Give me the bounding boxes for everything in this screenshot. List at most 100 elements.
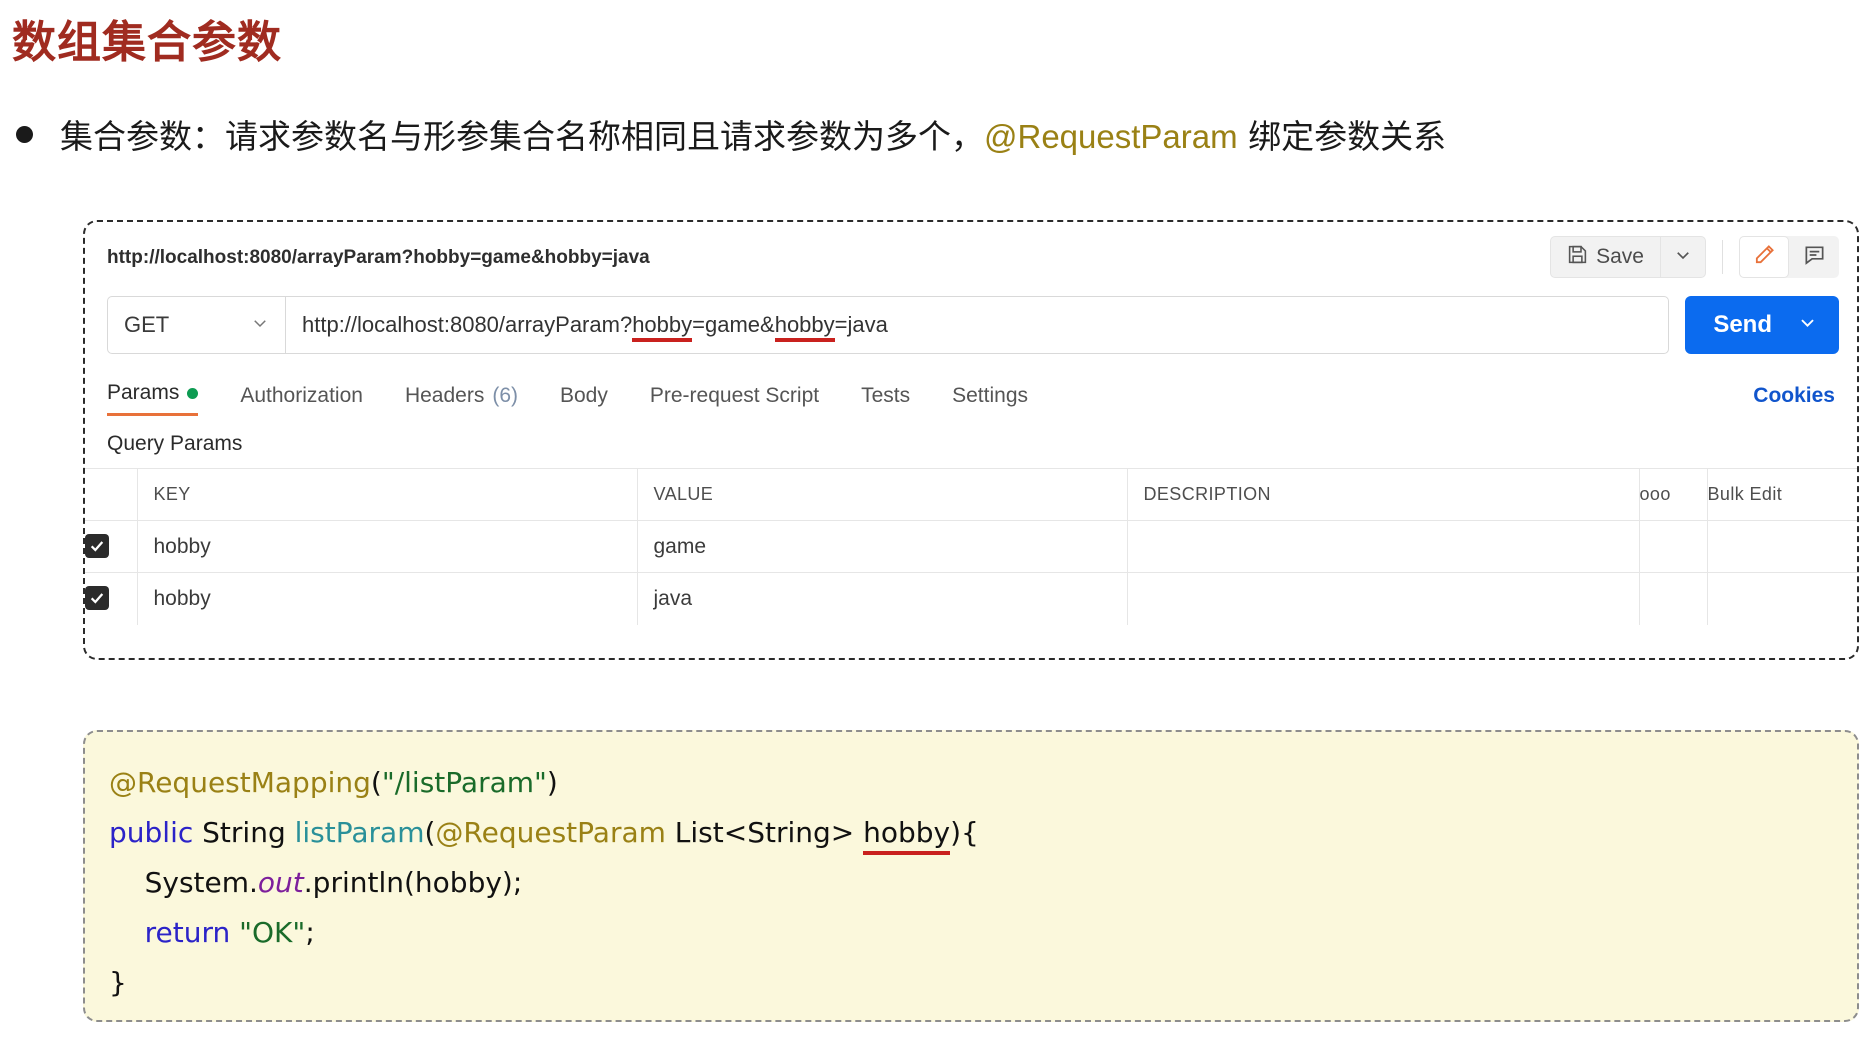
tab-settings-label: Settings	[952, 384, 1029, 407]
url-row: GET http://localhost:8080/arrayParam?hob…	[85, 296, 1857, 354]
request-tab-title[interactable]: http://localhost:8080/arrayParam?hobby=g…	[107, 247, 650, 269]
table-row: hobby java	[85, 572, 1857, 625]
tab-params-label: Params	[107, 381, 180, 404]
request-tab-bar: http://localhost:8080/arrayParam?hobby=g…	[85, 222, 1857, 294]
table-options-icon[interactable]: ooo	[1639, 468, 1708, 521]
url-input[interactable]: http://localhost:8080/arrayParam?hobby=g…	[285, 296, 1670, 354]
bullet-text-after: 绑定参数关系	[1237, 117, 1447, 156]
row-spacer-2	[1707, 520, 1857, 573]
header-description: DESCRIPTION	[1127, 468, 1640, 521]
bullet-text-before: 集合参数：请求参数名与形参集合名称相同且请求参数为多个，	[60, 117, 984, 156]
row-value[interactable]: game	[637, 520, 1128, 573]
row-description[interactable]	[1127, 572, 1640, 625]
code-field-out: out	[257, 866, 304, 899]
code-line-5: }	[109, 966, 127, 999]
tab-authorization[interactable]: Authorization	[240, 384, 363, 416]
tab-authorization-label: Authorization	[240, 384, 363, 407]
query-params-table: KEY VALUE DESCRIPTION ooo Bulk Edit hobb…	[85, 468, 1857, 625]
code-param-name: hobby	[863, 816, 951, 855]
header-checkbox-col	[85, 468, 138, 521]
tab-pre-request-script-label: Pre-request Script	[649, 384, 820, 407]
code-line-1: @RequestMapping("/listParam")	[109, 758, 1857, 808]
view-mode-toggle	[1739, 236, 1839, 278]
code-annotation-requestmapping: @RequestMapping	[109, 766, 371, 799]
code-line-3: System.out.println(hobby);	[109, 858, 1857, 908]
chevron-down-icon	[1798, 313, 1817, 337]
row-checkbox-cell[interactable]	[85, 520, 138, 573]
row-spacer	[1639, 520, 1708, 573]
send-options-button[interactable]	[1792, 313, 1839, 337]
save-options-button[interactable]	[1660, 236, 1706, 278]
tab-pre-request-script[interactable]: Pre-request Script	[650, 384, 819, 416]
tab-params[interactable]: Params	[107, 381, 199, 416]
chevron-down-icon	[1674, 246, 1692, 269]
code-keyword-return: return	[144, 916, 231, 949]
cookies-link[interactable]: Cookies	[1753, 384, 1835, 408]
row-description[interactable]	[1127, 520, 1640, 573]
bullet-annotation: @RequestParam	[984, 118, 1238, 155]
bulk-edit-button[interactable]: Bulk Edit	[1707, 468, 1857, 521]
header-key: KEY	[137, 468, 638, 521]
row-checkbox-cell[interactable]	[85, 572, 138, 625]
checkbox-checked-icon[interactable]	[85, 585, 109, 610]
table-row: hobby game	[85, 520, 1857, 573]
code-paren-close: )	[546, 766, 558, 799]
request-section-tabs: Params Authorization Headers (6) Body Pr…	[85, 372, 1857, 416]
code-system-obj: System.	[144, 866, 258, 899]
url-suffix: =java	[834, 312, 888, 337]
floppy-disk-icon	[1567, 244, 1588, 271]
tab-tests-label: Tests	[861, 384, 911, 407]
code-line-4: return "OK";	[109, 908, 1857, 958]
code-string-ok: "OK"	[239, 916, 306, 949]
bullet-dot-icon	[16, 125, 33, 143]
url-text: http://localhost:8080/arrayParam?hobby=g…	[302, 312, 888, 342]
row-value[interactable]: java	[637, 572, 1128, 625]
url-param-key-2: hobby	[774, 312, 835, 342]
params-modified-dot-icon	[187, 387, 199, 399]
checkbox-checked-icon[interactable]	[85, 533, 109, 558]
query-params-title: Query Params	[107, 432, 243, 455]
code-line-2: public String listParam(@RequestParam Li…	[109, 808, 1857, 858]
url-prefix: http://localhost:8080/arrayParam?	[302, 312, 633, 337]
code-method-name: listParam	[294, 816, 425, 849]
http-method-select[interactable]: GET	[107, 296, 285, 354]
tab-body[interactable]: Body	[560, 384, 608, 416]
chevron-down-icon	[251, 312, 269, 338]
page-title: 数组集合参数	[12, 17, 282, 68]
tab-settings[interactable]: Settings	[952, 384, 1028, 416]
send-button[interactable]: Send	[1685, 311, 1792, 339]
code-param-type: List<String>	[665, 816, 864, 849]
code-block: @RequestMapping("/listParam") public Str…	[83, 730, 1859, 1022]
code-annotation-requestparam: @RequestParam	[435, 816, 666, 849]
row-key[interactable]: hobby	[137, 572, 638, 625]
code-println-call: .println(hobby);	[303, 866, 523, 899]
url-param-key-1: hobby	[632, 312, 693, 342]
tab-actions: Save	[1550, 236, 1839, 278]
code-paren-open: (	[370, 766, 382, 799]
postman-panel: http://localhost:8080/arrayParam?hobby=g…	[83, 220, 1859, 660]
row-spacer-2	[1707, 572, 1857, 625]
tab-body-label: Body	[560, 384, 608, 407]
comment-icon	[1803, 243, 1826, 271]
tab-tests[interactable]: Tests	[861, 384, 910, 416]
edit-mode-button[interactable]	[1739, 236, 1789, 278]
comment-button[interactable]	[1789, 236, 1839, 278]
code-paren-open: (	[424, 816, 436, 849]
code-string-listparam: "/listParam"	[381, 766, 547, 799]
code-paren-close: ){	[950, 816, 979, 849]
url-mid: =game&	[692, 312, 775, 337]
code-type-string: String	[193, 816, 295, 849]
save-button[interactable]: Save	[1550, 236, 1660, 278]
row-key[interactable]: hobby	[137, 520, 638, 573]
send-button-group: Send	[1685, 296, 1839, 354]
save-button-label: Save	[1596, 245, 1644, 268]
code-keyword-public: public	[109, 816, 194, 849]
tab-headers-label: Headers	[404, 384, 485, 407]
bullet-line: 集合参数：请求参数名与形参集合名称相同且请求参数为多个，@RequestPara…	[16, 110, 1446, 158]
tab-headers-count: (6)	[492, 384, 518, 407]
row-spacer	[1639, 572, 1708, 625]
http-method-value: GET	[124, 312, 170, 337]
divider	[1722, 240, 1723, 274]
code-semicolon: ;	[305, 916, 315, 949]
tab-headers[interactable]: Headers (6)	[405, 384, 518, 416]
